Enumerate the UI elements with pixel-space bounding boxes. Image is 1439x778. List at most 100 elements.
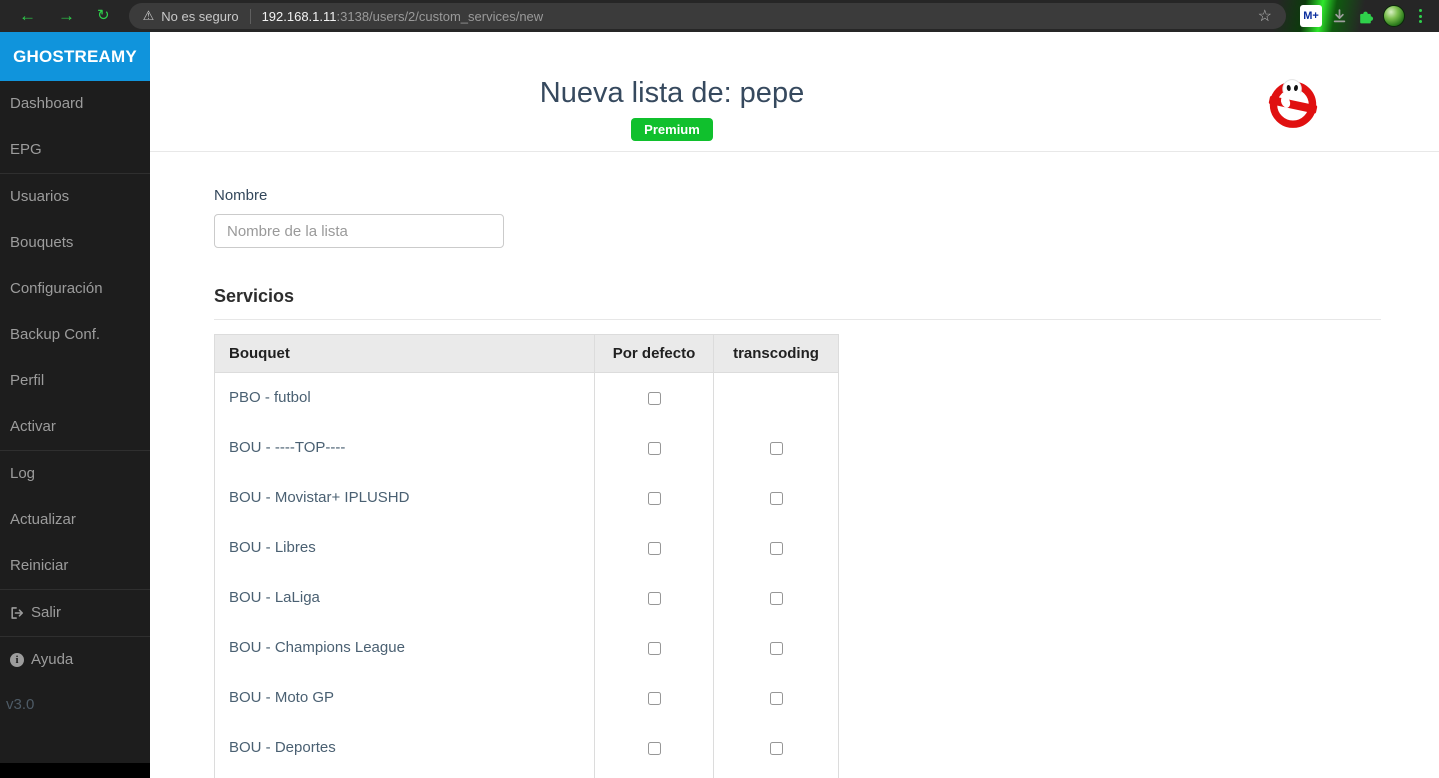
back-icon[interactable]: ← [8, 1, 47, 31]
sidebar-item-usuarios[interactable]: Usuarios [0, 174, 150, 220]
transcoding-cell [714, 473, 839, 523]
version-label: v3.0 [0, 683, 150, 726]
bouquet-label: BOU - ----TOP---- [215, 423, 595, 473]
transcoding-cell [714, 523, 839, 573]
main-content: Nueva lista de: pepe Premium Nombre Se [150, 32, 1439, 778]
downloads-icon[interactable] [1331, 8, 1348, 25]
transcoding-checkbox[interactable] [770, 492, 783, 505]
transcoding-checkbox[interactable] [770, 542, 783, 555]
transcoding-checkbox[interactable] [770, 442, 783, 455]
list-name-input[interactable] [214, 214, 504, 248]
sidebar: GHOSTREAMY Dashboard EPG Usuarios Bouque… [0, 32, 150, 778]
url-path: :3138/users/2/custom_services/new [337, 9, 544, 24]
default-checkbox[interactable] [648, 542, 661, 555]
table-row: PBO - futbol [215, 373, 839, 423]
sidebar-item-salir[interactable]: Salir [0, 590, 150, 636]
transcoding-checkbox[interactable] [770, 692, 783, 705]
reload-icon[interactable]: ↻ [86, 1, 121, 31]
sign-out-icon [10, 606, 24, 620]
name-field-label: Nombre [214, 187, 1381, 205]
default-checkbox[interactable] [648, 442, 661, 455]
sidebar-item-label: Actualizar [10, 510, 76, 530]
table-row: BOU - Movistar+ IPLUSHD [215, 473, 839, 523]
browser-profile-avatar[interactable] [1383, 5, 1405, 27]
transcoding-cell [714, 373, 839, 423]
sidebar-item-backup-conf[interactable]: Backup Conf. [0, 312, 150, 358]
security-label[interactable]: No es seguro [161, 9, 238, 24]
sidebar-item-perfil[interactable]: Perfil [0, 358, 150, 404]
sidebar-item-label: Ayuda [31, 650, 73, 670]
default-cell [595, 373, 714, 423]
new-list-form: Nombre Servicios Bouquet Por defecto tra… [150, 152, 1439, 778]
sidebar-item-dashboard[interactable]: Dashboard [0, 81, 150, 127]
services-table: Bouquet Por defecto transcoding PBO - fu… [214, 334, 839, 778]
address-bar[interactable]: ⚠ No es seguro 192.168.1.11:3138/users/2… [129, 3, 1286, 29]
services-section-title: Servicios [214, 286, 1381, 307]
bookmark-star-icon[interactable]: ☆ [1254, 6, 1276, 26]
default-checkbox[interactable] [648, 392, 661, 405]
url-host: 192.168.1.11 [262, 9, 337, 24]
bouquet-label: BOU - Moto GP [215, 673, 595, 723]
browser-toolbar: ← → ↻ ⚠ No es seguro 192.168.1.11:3138/u… [0, 0, 1439, 32]
bouquet-label: BOU - Movistar+ IPLUSHD [215, 473, 595, 523]
default-checkbox[interactable] [648, 642, 661, 655]
app-window: GHOSTREAMY Dashboard EPG Usuarios Bouque… [0, 32, 1439, 778]
column-header-bouquet: Bouquet [215, 335, 595, 373]
default-checkbox[interactable] [648, 742, 661, 755]
brand-logo[interactable]: GHOSTREAMY [0, 32, 150, 81]
sidebar-item-label: Activar [10, 417, 56, 437]
sidebar-item-label: Bouquets [10, 233, 73, 253]
default-cell [595, 623, 714, 673]
bouquet-label: BOU - Deportes [215, 723, 595, 773]
transcoding-cell [714, 623, 839, 673]
sidebar-item-reiniciar[interactable]: Reiniciar [0, 543, 150, 589]
table-row: BOU - Libres [215, 523, 839, 573]
table-row-partial [215, 773, 839, 778]
sidebar-bottom-strip [0, 763, 150, 778]
table-row: BOU - Moto GP [215, 673, 839, 723]
transcoding-checkbox[interactable] [770, 642, 783, 655]
section-divider [214, 319, 1381, 320]
default-checkbox[interactable] [648, 692, 661, 705]
badge-row: Premium [150, 118, 1194, 141]
sidebar-item-label: Dashboard [10, 94, 83, 114]
transcoding-cell [714, 423, 839, 473]
sidebar-item-label: Salir [31, 603, 61, 623]
url-text[interactable]: 192.168.1.11:3138/users/2/custom_service… [262, 9, 544, 24]
sidebar-nav: Dashboard EPG Usuarios Bouquets Configur… [0, 81, 150, 683]
default-checkbox[interactable] [648, 592, 661, 605]
sidebar-item-ayuda[interactable]: i Ayuda [0, 637, 150, 683]
bouquet-label: BOU - LaLiga [215, 573, 595, 623]
default-checkbox[interactable] [648, 492, 661, 505]
mplus-extension-icon[interactable]: M+ [1300, 5, 1322, 27]
table-row: BOU - LaLiga [215, 573, 839, 623]
browser-actions: M+ [1296, 5, 1431, 27]
sidebar-item-activar[interactable]: Activar [0, 404, 150, 450]
sidebar-item-epg[interactable]: EPG [0, 127, 150, 173]
transcoding-cell [714, 573, 839, 623]
sidebar-item-label: Usuarios [10, 187, 69, 207]
column-header-default: Por defecto [595, 335, 714, 373]
transcoding-checkbox[interactable] [770, 592, 783, 605]
forward-icon[interactable]: → [47, 1, 86, 31]
bouquet-label: BOU - Champions League [215, 623, 595, 673]
not-secure-warning-icon: ⚠ [143, 8, 155, 24]
sidebar-item-log[interactable]: Log [0, 451, 150, 497]
default-cell [595, 423, 714, 473]
content-header: Nueva lista de: pepe Premium [150, 32, 1439, 152]
sidebar-item-label: Log [10, 464, 35, 484]
transcoding-checkbox[interactable] [770, 742, 783, 755]
sidebar-item-label: Perfil [10, 371, 44, 391]
extensions-puzzle-icon[interactable] [1357, 8, 1374, 25]
browser-menu-icon[interactable] [1414, 9, 1427, 23]
sidebar-item-actualizar[interactable]: Actualizar [0, 497, 150, 543]
default-cell [595, 573, 714, 623]
bouquet-label: PBO - futbol [215, 373, 595, 423]
column-header-transcoding: transcoding [714, 335, 839, 373]
table-row: BOU - ----TOP---- [215, 423, 839, 473]
table-row: BOU - Champions League [215, 623, 839, 673]
info-icon: i [10, 653, 24, 667]
address-bar-divider [250, 9, 251, 24]
sidebar-item-configuraci-n[interactable]: Configuración [0, 266, 150, 312]
sidebar-item-bouquets[interactable]: Bouquets [0, 220, 150, 266]
